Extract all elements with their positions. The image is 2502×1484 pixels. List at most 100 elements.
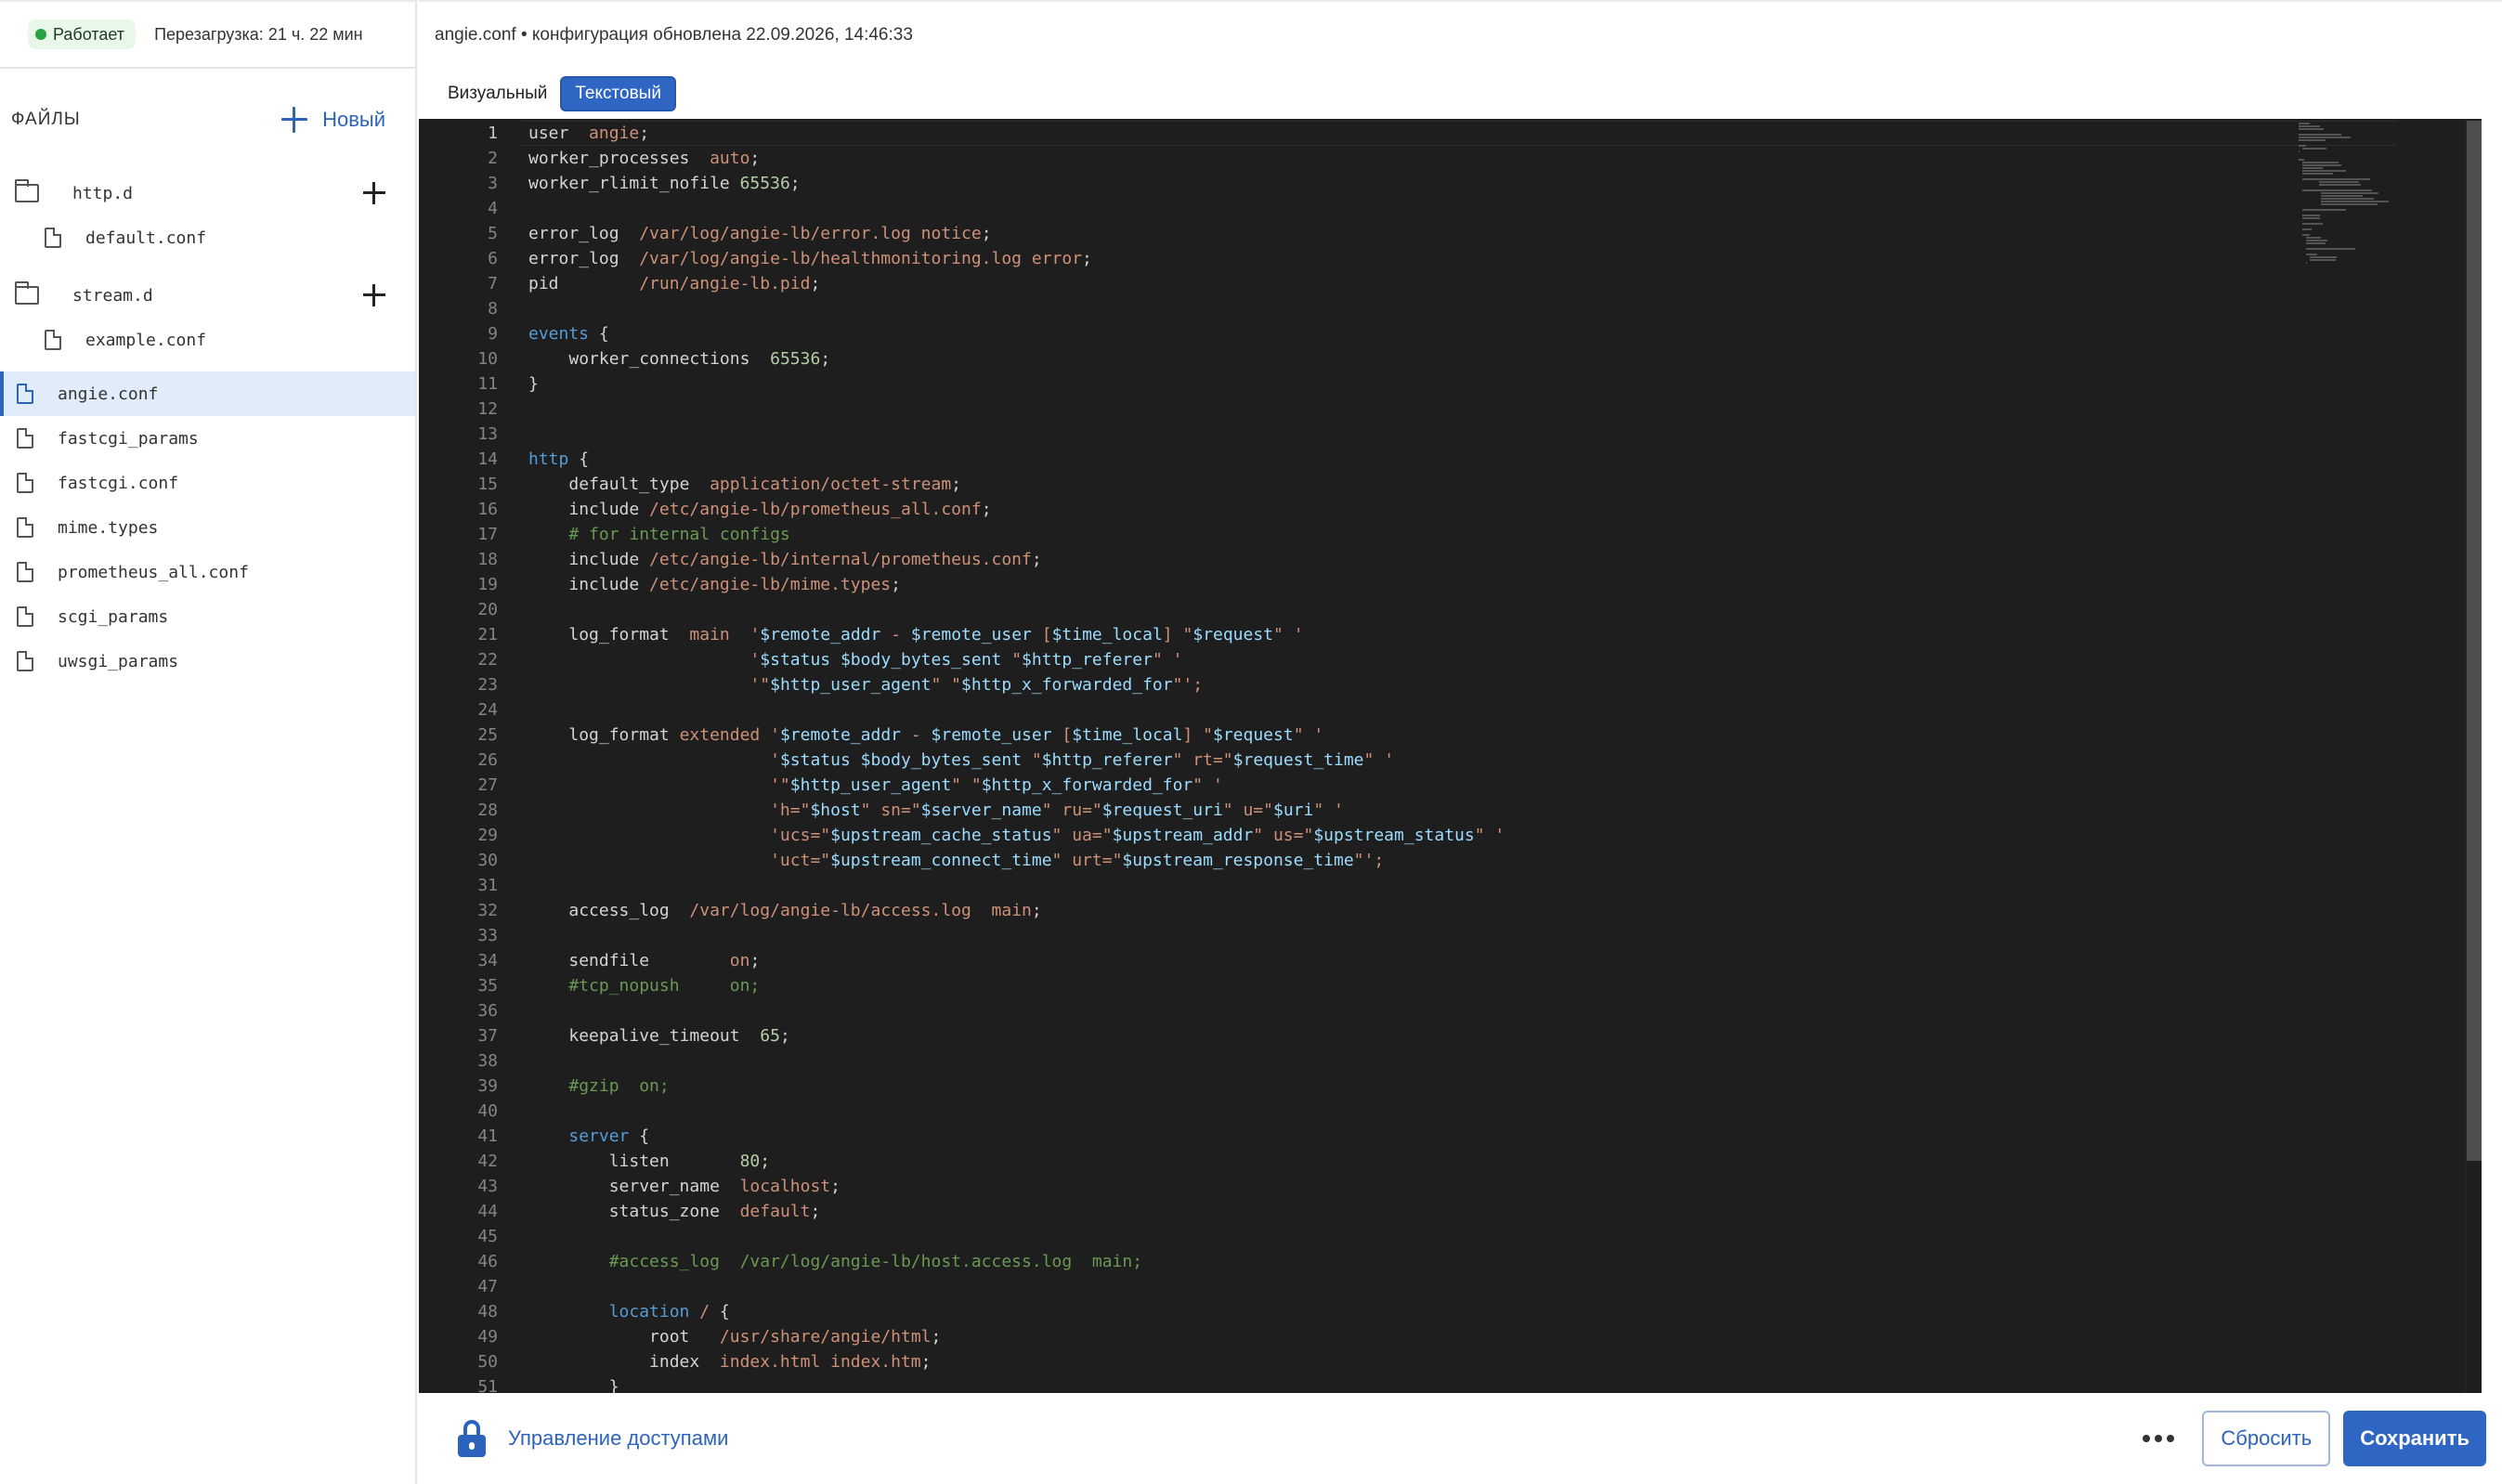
code-line[interactable]: '"$http_user_agent" "$http_x_forwarded_f… xyxy=(528,773,1505,798)
code-line[interactable] xyxy=(528,998,1505,1023)
code-line[interactable]: } xyxy=(528,1374,1505,1393)
more-icon[interactable] xyxy=(2135,1427,2182,1450)
minimap-line xyxy=(2302,217,2320,219)
line-number: 9 xyxy=(488,324,498,344)
file-fastcgi-params[interactable]: fastcgi_params xyxy=(0,416,415,461)
add-to-folder-plus-icon[interactable] xyxy=(363,182,385,204)
code-line[interactable] xyxy=(528,597,1505,622)
code-line[interactable]: '"$http_user_agent" "$http_x_forwarded_f… xyxy=(528,672,1505,697)
line-number: 46 xyxy=(477,1252,498,1271)
code-line[interactable] xyxy=(528,1274,1505,1299)
file-scgi-params[interactable]: scgi_params xyxy=(0,594,415,639)
code-line[interactable]: #access_log /var/log/angie-lb/host.acces… xyxy=(528,1249,1505,1274)
file-fastcgi-conf[interactable]: fastcgi.conf xyxy=(0,461,415,505)
line-number: 18 xyxy=(477,550,498,569)
line-number: 34 xyxy=(477,951,498,970)
file-icon xyxy=(17,562,33,582)
line-number: 3 xyxy=(488,174,498,193)
line-number: 4 xyxy=(488,199,498,218)
code-line[interactable]: worker_processes auto; xyxy=(528,146,1505,171)
server-status-bar: Работает Перезагрузка: 21 ч. 22 мин xyxy=(0,0,415,69)
line-number: 8 xyxy=(488,299,498,319)
minimap-line xyxy=(2299,125,2320,127)
code-line[interactable]: default_type application/octet-stream; xyxy=(528,472,1505,497)
tab-text[interactable]: Текстовый xyxy=(560,76,676,111)
code-line[interactable] xyxy=(528,1048,1505,1074)
code-line[interactable]: root /usr/share/angie/html; xyxy=(528,1324,1505,1349)
code-line[interactable]: include /etc/angie-lb/internal/prometheu… xyxy=(528,547,1505,572)
code-line[interactable]: http { xyxy=(528,447,1505,472)
code-line[interactable]: #gzip on; xyxy=(528,1074,1505,1099)
line-number: 16 xyxy=(477,500,498,519)
code-line[interactable]: location / { xyxy=(528,1299,1505,1324)
file-label: example.conf xyxy=(85,330,207,350)
code-line[interactable]: server { xyxy=(528,1124,1505,1149)
add-to-folder-plus-icon[interactable] xyxy=(363,284,385,306)
line-number: 28 xyxy=(477,801,498,820)
code-line[interactable]: events { xyxy=(528,321,1505,346)
code-line[interactable]: include /etc/angie-lb/prometheus_all.con… xyxy=(528,497,1505,522)
code-line[interactable] xyxy=(528,296,1505,321)
folder-stream-d[interactable]: stream.d xyxy=(0,273,415,318)
code-line[interactable] xyxy=(528,397,1505,422)
line-number: 26 xyxy=(477,750,498,770)
code-line[interactable] xyxy=(528,1224,1505,1249)
code-line[interactable] xyxy=(528,196,1505,221)
code-line[interactable] xyxy=(528,422,1505,447)
tab-visual[interactable]: Визуальный xyxy=(435,76,560,111)
code-line[interactable] xyxy=(528,873,1505,898)
code-line[interactable]: 'uct="$upstream_connect_time" urt="$upst… xyxy=(528,848,1505,873)
file-mime-types[interactable]: mime.types xyxy=(0,505,415,550)
code-line[interactable]: worker_connections 65536; xyxy=(528,346,1505,371)
file-uwsgi-params[interactable]: uwsgi_params xyxy=(0,639,415,683)
line-number: 22 xyxy=(477,650,498,670)
code-line[interactable]: '$status $body_bytes_sent "$http_referer… xyxy=(528,647,1505,672)
code-line[interactable]: worker_rlimit_nofile 65536; xyxy=(528,171,1505,196)
code-line[interactable]: '$status $body_bytes_sent "$http_referer… xyxy=(528,748,1505,773)
code-line[interactable]: user angie; xyxy=(528,121,1505,146)
editor-scrollbar-thumb[interactable] xyxy=(2467,121,2482,1161)
save-button[interactable]: Сохранить xyxy=(2343,1411,2486,1466)
file-icon xyxy=(17,384,33,404)
file-prometheus-all-conf[interactable]: prometheus_all.conf xyxy=(0,550,415,594)
code-editor[interactable]: 1 2 3 4 5 6 7 8 9 10 11 12 13 14 15 16 17 18 19 20 21 22 23 24 2… xyxy=(419,119,2482,1393)
minimap-line xyxy=(2299,137,2351,138)
file-label: mime.types xyxy=(58,517,159,538)
code-line[interactable]: log_format extended '$remote_addr - $rem… xyxy=(528,722,1505,748)
code-line[interactable]: server_name localhost; xyxy=(528,1174,1505,1199)
code-line[interactable]: index index.html index.htm; xyxy=(528,1349,1505,1374)
code-line[interactable]: 'h="$host" sn="$server_name" ru="$reques… xyxy=(528,798,1505,823)
new-file-button[interactable]: Новый xyxy=(281,107,385,133)
code-line[interactable]: status_zone default; xyxy=(528,1199,1505,1224)
code-line[interactable]: 'ucs="$upstream_cache_status" ua="$upstr… xyxy=(528,823,1505,848)
code-line[interactable]: error_log /var/log/angie-lb/error.log no… xyxy=(528,221,1505,246)
code-line[interactable]: #tcp_nopush on; xyxy=(528,973,1505,998)
line-number: 44 xyxy=(477,1202,498,1221)
file-default-conf[interactable]: default.conf xyxy=(0,215,415,260)
code-line[interactable] xyxy=(528,697,1505,722)
code-line[interactable] xyxy=(528,1099,1505,1124)
file-angie-conf[interactable]: angie.conf xyxy=(0,371,415,416)
code-line[interactable]: listen 80; xyxy=(528,1149,1505,1174)
reset-button[interactable]: Сбросить xyxy=(2202,1411,2331,1466)
code-content[interactable]: user angie; worker_processes auto; worker_… xyxy=(528,121,1505,1393)
line-number: 50 xyxy=(477,1352,498,1372)
code-minimap[interactable] xyxy=(2299,119,2447,305)
code-line[interactable]: error_log /var/log/angie-lb/healthmonito… xyxy=(528,246,1505,271)
minimap-line xyxy=(2302,148,2326,150)
code-line[interactable]: log_format main '$remote_addr - $remote_… xyxy=(528,622,1505,647)
code-line[interactable]: access_log /var/log/angie-lb/access.log … xyxy=(528,898,1505,923)
code-line[interactable]: keepalive_timeout 65; xyxy=(528,1023,1505,1048)
minimap-line xyxy=(2299,159,2304,161)
file-example-conf[interactable]: example.conf xyxy=(0,318,415,362)
code-line[interactable]: include /etc/angie-lb/mime.types; xyxy=(528,572,1505,597)
code-line[interactable]: pid /run/angie-lb.pid; xyxy=(528,271,1505,296)
code-line[interactable]: } xyxy=(528,371,1505,397)
folder-http-d[interactable]: http.d xyxy=(0,171,415,215)
code-line[interactable]: # for internal configs xyxy=(528,522,1505,547)
minimap-line xyxy=(2302,170,2346,172)
code-line[interactable]: sendfile on; xyxy=(528,948,1505,973)
code-line[interactable] xyxy=(528,923,1505,948)
access-management-link[interactable]: Управление доступами xyxy=(458,1420,728,1457)
line-number: 31 xyxy=(477,876,498,895)
